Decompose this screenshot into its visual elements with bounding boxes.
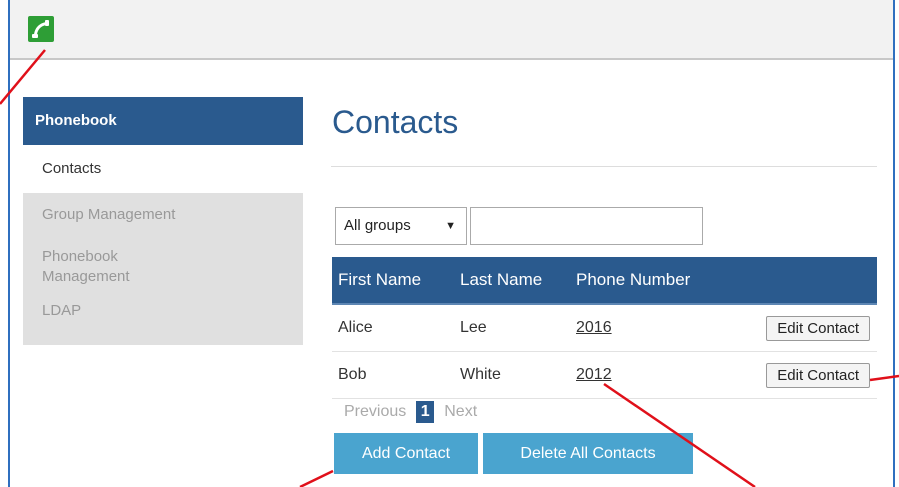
edit-contact-button[interactable]: Edit Contact xyxy=(766,362,870,388)
delete-all-contacts-button[interactable]: Delete All Contacts xyxy=(483,433,693,474)
cell-actions: Edit Contact xyxy=(716,351,877,399)
phone-icon[interactable] xyxy=(28,16,54,42)
sidebar-header: Phonebook xyxy=(23,97,303,145)
cell-first-name: Bob xyxy=(332,351,454,399)
window-border-right xyxy=(893,0,895,487)
cell-actions: Edit Contact xyxy=(716,304,877,352)
column-header-last-name[interactable]: Last Name xyxy=(454,257,570,305)
sidebar-item-label: Contacts xyxy=(42,160,102,177)
sidebar-item-label: Phonebook Management xyxy=(42,248,130,285)
pagination-current-page[interactable]: 1 xyxy=(416,401,435,423)
table-row: Alice Lee 2016 Edit Contact xyxy=(332,304,877,352)
add-contact-button[interactable]: Add Contact xyxy=(334,433,478,474)
sidebar-item-phonebook-management[interactable]: Phonebook Management xyxy=(23,237,303,301)
table-header-row: First Name Last Name Phone Number xyxy=(332,257,877,305)
annotation-line-add-contact xyxy=(299,469,334,487)
search-input[interactable] xyxy=(470,207,703,245)
pagination-next[interactable]: Next xyxy=(444,403,477,421)
sidebar-item-ldap[interactable]: LDAP xyxy=(23,301,303,345)
group-select-value: All groups xyxy=(344,217,411,234)
page-title: Contacts xyxy=(332,104,459,140)
column-header-actions xyxy=(716,257,877,305)
group-select[interactable]: All groups ▼ xyxy=(335,207,467,245)
edit-contact-button[interactable]: Edit Contact xyxy=(766,315,870,341)
contacts-table: First Name Last Name Phone Number Alice … xyxy=(332,257,877,399)
pagination: Previous 1 Next xyxy=(344,401,477,423)
cell-first-name: Alice xyxy=(332,304,454,352)
column-header-first-name[interactable]: First Name xyxy=(332,257,454,305)
sidebar-item-label: Group Management xyxy=(42,206,176,223)
phone-number-link[interactable]: 2016 xyxy=(576,319,612,336)
table-row: Bob White 2012 Edit Contact xyxy=(332,351,877,399)
sidebar-item-contacts[interactable]: Contacts xyxy=(23,145,303,193)
sidebar-item-label: LDAP xyxy=(42,302,82,319)
cell-phone-number: 2016 xyxy=(570,304,716,352)
pagination-previous[interactable]: Previous xyxy=(344,403,406,421)
column-header-phone-number[interactable]: Phone Number xyxy=(570,257,716,305)
phone-number-link[interactable]: 2012 xyxy=(576,366,612,383)
cell-last-name: White xyxy=(454,351,570,399)
cell-last-name: Lee xyxy=(454,304,570,352)
title-divider xyxy=(331,166,877,167)
top-bar xyxy=(10,0,893,60)
sidebar-item-group-management[interactable]: Group Management xyxy=(23,193,303,237)
cell-phone-number: 2012 xyxy=(570,351,716,399)
caret-down-icon: ▼ xyxy=(445,220,456,232)
window-border-left xyxy=(8,0,10,487)
sidebar: Phonebook Contacts Group Management Phon… xyxy=(23,97,303,345)
